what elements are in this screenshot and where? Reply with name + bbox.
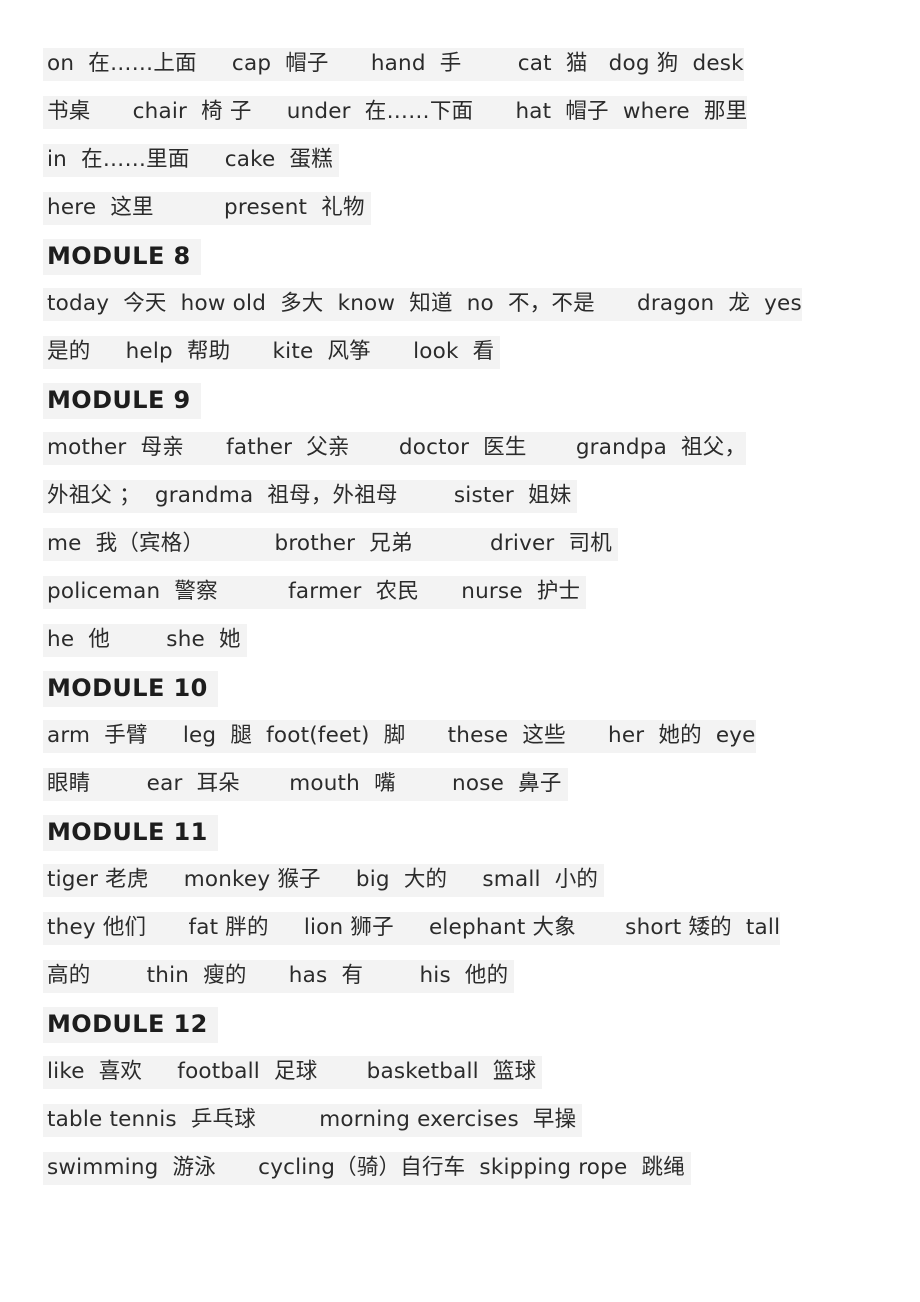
vocabulary-line: 眼睛 ear 耳朵 mouth 嘴 nose 鼻子 <box>43 760 920 808</box>
vocabulary-line-text: here 这里 present 礼物 <box>43 192 371 225</box>
vocabulary-line: 外祖父 ； grandma 祖母，外祖母 sister 姐妹 <box>43 472 920 520</box>
module-heading-text: MODULE 8 <box>43 239 201 275</box>
vocabulary-line-text: mother 母亲 father 父亲 doctor 医生 grandpa 祖父… <box>43 432 747 465</box>
vocabulary-line-text: swimming 游泳 cycling（骑）自行车 skipping rope … <box>43 1152 691 1185</box>
vocabulary-line-text: arm 手臂 leg 腿 foot(feet) 脚 these 这些 her 她… <box>43 720 756 753</box>
vocabulary-line: 书桌 chair 椅 子 under 在……下面 hat 帽子 where 那里 <box>43 88 920 136</box>
vocabulary-list-body: on 在……上面 cap 帽子 hand 手 cat 猫 dog 狗 desk … <box>0 40 920 1192</box>
vocabulary-line-text: table tennis 乒乓球 morning exercises 早操 <box>43 1104 583 1137</box>
module-heading-8: MODULE 8 <box>43 232 920 280</box>
vocabulary-line: today 今天 how old 多大 know 知道 no 不，不是 drag… <box>43 280 920 328</box>
vocabulary-line: here 这里 present 礼物 <box>43 184 920 232</box>
vocabulary-line-text: 眼睛 ear 耳朵 mouth 嘴 nose 鼻子 <box>43 768 568 801</box>
module-heading-text: MODULE 12 <box>43 1007 218 1043</box>
vocabulary-line-text: he 他 she 她 <box>43 624 247 657</box>
vocabulary-line-text: 外祖父 ； grandma 祖母，外祖母 sister 姐妹 <box>43 480 578 513</box>
vocabulary-line: arm 手臂 leg 腿 foot(feet) 脚 these 这些 her 她… <box>43 712 920 760</box>
vocabulary-line: like 喜欢 football 足球 basketball 篮球 <box>43 1048 920 1096</box>
vocabulary-line: me 我（宾格） brother 兄弟 driver 司机 <box>43 520 920 568</box>
vocabulary-line-text: in 在……里面 cake 蛋糕 <box>43 144 339 177</box>
vocabulary-line-text: policeman 警察 farmer 农民 nurse 护士 <box>43 576 587 609</box>
vocabulary-line-text: like 喜欢 football 足球 basketball 篮球 <box>43 1056 543 1089</box>
vocabulary-line-text: today 今天 how old 多大 know 知道 no 不，不是 drag… <box>43 288 802 321</box>
vocabulary-line-text: me 我（宾格） brother 兄弟 driver 司机 <box>43 528 618 561</box>
module-heading-12: MODULE 12 <box>43 1000 920 1048</box>
vocabulary-line-text: 书桌 chair 椅 子 under 在……下面 hat 帽子 where 那里 <box>43 96 748 129</box>
vocabulary-line: policeman 警察 farmer 农民 nurse 护士 <box>43 568 920 616</box>
module-heading-text: MODULE 10 <box>43 671 218 707</box>
vocabulary-line-text: on 在……上面 cap 帽子 hand 手 cat 猫 dog 狗 desk <box>43 48 744 81</box>
document-page: on 在……上面 cap 帽子 hand 手 cat 猫 dog 狗 desk … <box>0 0 920 1302</box>
vocabulary-line: 是的 help 帮助 kite 风筝 look 看 <box>43 328 920 376</box>
module-heading-11: MODULE 11 <box>43 808 920 856</box>
vocabulary-line: they 他们 fat 胖的 lion 狮子 elephant 大象 short… <box>43 904 920 952</box>
module-heading-text: MODULE 9 <box>43 383 201 419</box>
vocabulary-line-text: 是的 help 帮助 kite 风筝 look 看 <box>43 336 501 369</box>
vocabulary-line: on 在……上面 cap 帽子 hand 手 cat 猫 dog 狗 desk <box>43 40 920 88</box>
module-heading-9: MODULE 9 <box>43 376 920 424</box>
vocabulary-line: mother 母亲 father 父亲 doctor 医生 grandpa 祖父… <box>43 424 920 472</box>
module-heading-10: MODULE 10 <box>43 664 920 712</box>
vocabulary-line: he 他 she 她 <box>43 616 920 664</box>
vocabulary-line-text: they 他们 fat 胖的 lion 狮子 elephant 大象 short… <box>43 912 781 945</box>
module-heading-text: MODULE 11 <box>43 815 218 851</box>
vocabulary-line: 高的 thin 瘦的 has 有 his 他的 <box>43 952 920 1000</box>
vocabulary-line: swimming 游泳 cycling（骑）自行车 skipping rope … <box>43 1144 920 1192</box>
vocabulary-line: tiger 老虎 monkey 猴子 big 大的 small 小的 <box>43 856 920 904</box>
vocabulary-line-text: 高的 thin 瘦的 has 有 his 他的 <box>43 960 515 993</box>
vocabulary-line: in 在……里面 cake 蛋糕 <box>43 136 920 184</box>
vocabulary-line-text: tiger 老虎 monkey 猴子 big 大的 small 小的 <box>43 864 605 897</box>
vocabulary-line: table tennis 乒乓球 morning exercises 早操 <box>43 1096 920 1144</box>
